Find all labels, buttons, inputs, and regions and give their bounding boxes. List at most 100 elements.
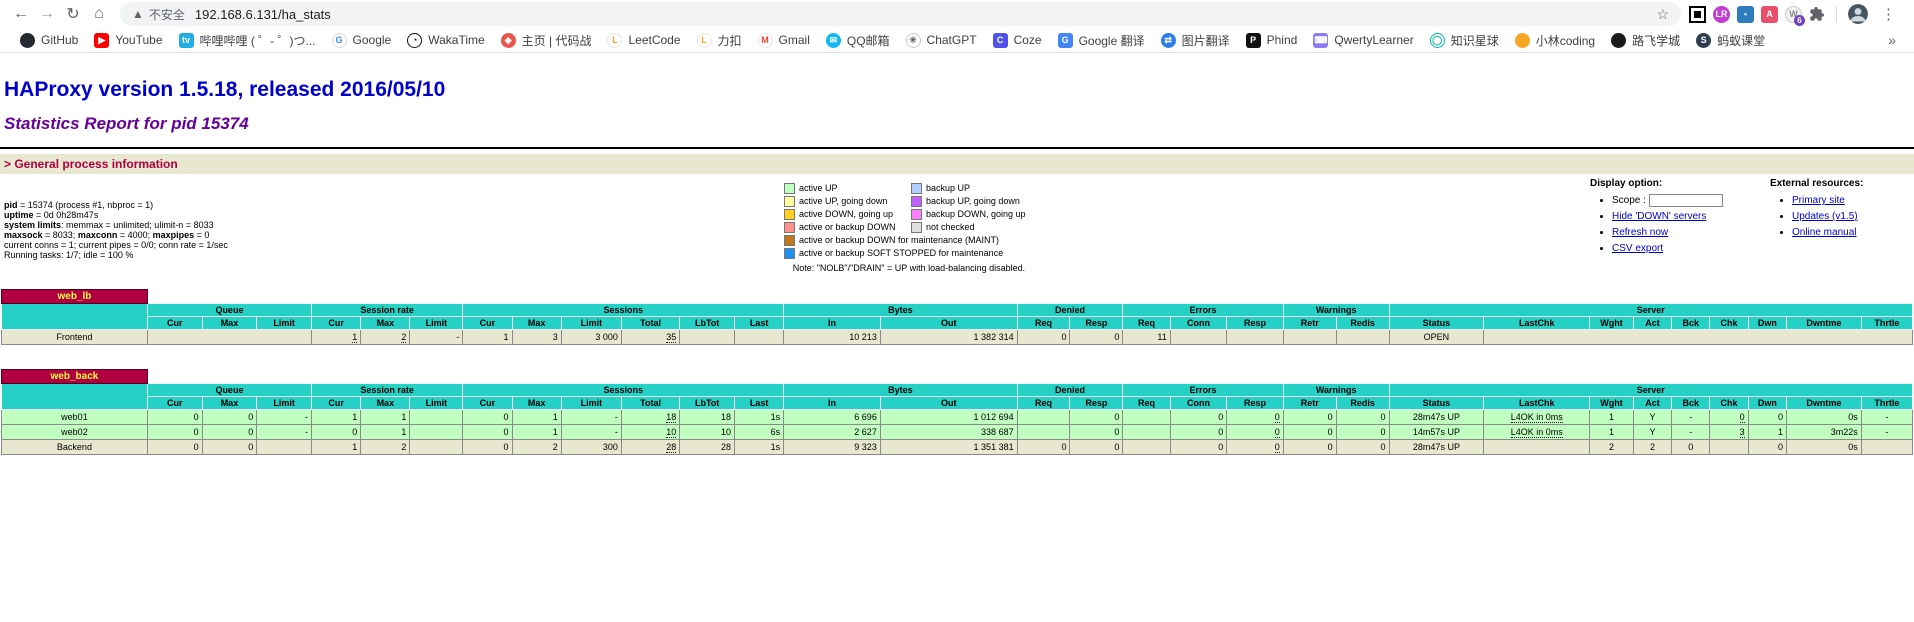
haproxy-version-link[interactable]: HAProxy version 1.5.18, released 2016/05…: [4, 79, 1914, 101]
stat-cell: 0: [1170, 440, 1227, 455]
bookmark-favicon: ⇄: [1161, 33, 1176, 48]
bookmark-label: Google 翻译: [1079, 32, 1145, 49]
stat-cell: 0: [1283, 425, 1336, 440]
external-resource-link[interactable]: Primary site: [1792, 195, 1845, 206]
stat-cell: 0: [1017, 440, 1070, 455]
stat-cell: L4OK in 0ms: [1484, 410, 1590, 425]
stat-cell: 10 213: [784, 330, 881, 345]
bookmark-favicon: ◯: [1430, 33, 1445, 48]
display-option-link[interactable]: Hide 'DOWN' servers: [1612, 211, 1706, 222]
bookmark-item[interactable]: PPhind: [1238, 31, 1306, 50]
stat-cell: [1484, 330, 1913, 345]
column-subheader: Dwn: [1748, 397, 1786, 410]
extension-black-square[interactable]: [1689, 6, 1706, 23]
profile-avatar[interactable]: [1848, 4, 1868, 24]
bookmark-favicon: ⌨: [1313, 33, 1328, 48]
bookmark-item[interactable]: ▶YouTube: [86, 31, 170, 50]
bookmark-favicon: L: [697, 33, 712, 48]
extension-cluster: LR ▪ A W6 ⋮: [1689, 4, 1906, 24]
stat-cell: [410, 410, 463, 425]
bookmark-item[interactable]: ✉QQ邮箱: [818, 30, 898, 51]
proxy-name-link[interactable]: web_back: [2, 370, 148, 384]
bookmark-item[interactable]: MGmail: [750, 31, 818, 50]
bookmark-item[interactable]: ◈主页 | 代码战: [493, 30, 600, 51]
column-subheader: Act: [1633, 317, 1671, 330]
more-bookmarks-chevron[interactable]: »: [1882, 32, 1902, 48]
extension-w-badge[interactable]: W6: [1785, 6, 1802, 23]
site-security-chip[interactable]: ▲ 不安全: [132, 6, 185, 23]
stat-cell: 1: [312, 330, 361, 345]
stat-cell: 0: [202, 425, 257, 440]
process-info-line: system limits: memmax = unlimited; ulimi…: [4, 220, 228, 230]
stat-cell: 1: [1748, 425, 1786, 440]
bookmark-item[interactable]: 小林coding: [1507, 30, 1603, 51]
bookmark-label: 路飞学城: [1632, 32, 1680, 49]
bookmark-favicon: S: [1696, 33, 1711, 48]
external-resources-heading: External resources:: [1770, 178, 1914, 189]
column-subheader: Max: [512, 397, 561, 410]
column-subheader: Limit: [257, 317, 312, 330]
stat-cell: [1123, 410, 1170, 425]
proxy-row-name: Backend: [2, 440, 148, 455]
stat-cell: 0: [147, 440, 202, 455]
bookmark-item[interactable]: ✳ChatGPT: [898, 31, 985, 50]
extensions-puzzle-icon[interactable]: [1809, 6, 1825, 22]
display-option-link[interactable]: CSV export: [1612, 243, 1663, 254]
stat-cell: 0s: [1786, 440, 1861, 455]
bookmark-star-icon[interactable]: ☆: [1656, 6, 1669, 23]
legend-swatch: [909, 221, 924, 234]
legend-swatch: [909, 182, 924, 195]
bookmark-item[interactable]: ⇄图片翻译: [1153, 30, 1238, 51]
stat-cell: 28m47s UP: [1389, 440, 1484, 455]
column-subheader: Max: [202, 317, 257, 330]
stat-cell: 1: [463, 330, 512, 345]
legend-swatch: [782, 182, 797, 195]
stat-cell: [1484, 440, 1590, 455]
column-subheader: LbTot: [680, 317, 735, 330]
extension-blue-square[interactable]: ▪: [1737, 6, 1754, 23]
display-option-link[interactable]: Refresh now: [1612, 227, 1668, 238]
column-subheader: Out: [880, 317, 1017, 330]
external-resource-link[interactable]: Updates (v1.5): [1792, 211, 1858, 222]
stat-cell: 10: [621, 425, 679, 440]
stat-cell: 1: [512, 410, 561, 425]
bookmark-item[interactable]: tv哔哩哔哩 ( ゜- ゜)つ...: [171, 30, 324, 51]
stat-cell: -: [257, 425, 312, 440]
stats-table-web_back: web_backQueueSession rateSessionsBytesDe…: [1, 369, 1913, 455]
stat-cell: 1: [361, 410, 410, 425]
stat-cell: 0: [147, 425, 202, 440]
column-subheader: Limit: [561, 317, 621, 330]
bookmark-item[interactable]: LLeetCode: [599, 31, 688, 50]
column-subheader: Thrtle: [1861, 317, 1912, 330]
bookmark-item[interactable]: L力扣: [689, 30, 750, 51]
bookmark-item[interactable]: GGoogle: [324, 31, 400, 50]
forward-icon[interactable]: →: [34, 2, 60, 26]
external-resource-item: Updates (v1.5): [1792, 209, 1914, 225]
menu-kebab-icon[interactable]: ⋮: [1875, 5, 1902, 23]
bookmark-item[interactable]: GitHub: [12, 31, 86, 50]
bookmark-item[interactable]: CCoze: [985, 31, 1050, 50]
stat-cell: 3 000: [561, 330, 621, 345]
scope-input[interactable]: [1649, 194, 1723, 207]
column-subheader: Cur: [147, 397, 202, 410]
column-subheader: Total: [621, 397, 679, 410]
bookmark-favicon: G: [1058, 33, 1073, 48]
bookmark-item[interactable]: 路飞学城: [1603, 30, 1688, 51]
report-subtitle: Statistics Report for pid 15374: [4, 114, 1914, 134]
address-bar[interactable]: ▲ 不安全 192.168.6.131/ha_stats ☆: [120, 2, 1681, 26]
back-icon[interactable]: ←: [8, 2, 34, 26]
reload-icon[interactable]: ↻: [60, 2, 86, 26]
proxy-name-link[interactable]: web_lb: [2, 290, 148, 304]
column-subheader: Out: [880, 397, 1017, 410]
external-resource-link[interactable]: Online manual: [1792, 227, 1856, 238]
bookmark-item[interactable]: ◔WakaTime: [399, 31, 492, 50]
bookmark-item[interactable]: ◯知识星球: [1422, 30, 1507, 51]
stat-cell: 0: [1710, 410, 1748, 425]
home-icon[interactable]: ⌂: [86, 2, 112, 26]
extension-translate[interactable]: A: [1761, 6, 1778, 23]
extension-purple-circle[interactable]: LR: [1713, 6, 1730, 23]
bookmark-item[interactable]: S蚂蚁课堂: [1688, 30, 1773, 51]
bookmark-item[interactable]: ⌨QwertyLearner: [1305, 31, 1421, 50]
divider-rule: [0, 147, 1914, 149]
bookmark-item[interactable]: G Google 翻译: [1050, 30, 1153, 51]
